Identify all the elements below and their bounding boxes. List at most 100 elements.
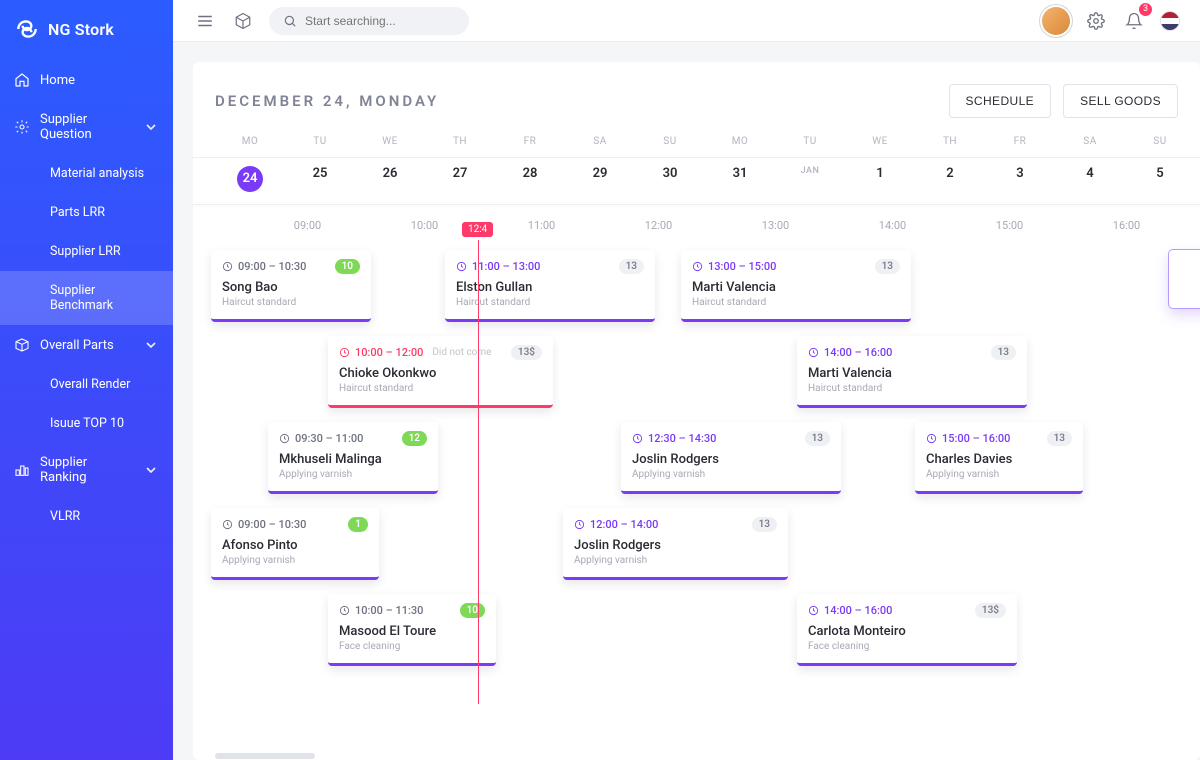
nav-supplier-ranking[interactable]: Supplier Ranking — [0, 443, 173, 497]
date-cell[interactable]: 28 — [495, 166, 565, 192]
locale-flag[interactable] — [1160, 11, 1180, 31]
appointment-time: 10:00 – 11:30 — [355, 604, 423, 617]
time-header: 09:0010:0011:0012:0013:0014:0015:0016:00 — [193, 205, 1200, 240]
appointment-service: Face cleaning — [808, 641, 1006, 652]
dow-label: TU — [285, 136, 355, 157]
date-cell[interactable]: 5 — [1125, 166, 1195, 192]
nav-overall-parts[interactable]: Overall Parts — [0, 325, 173, 365]
date-cell[interactable]: 27 — [425, 166, 495, 192]
appointment-client: Masood El Toure — [339, 624, 485, 639]
schedule-row: 09:00 – 10:301Afonso PintoApplying varni… — [193, 498, 1200, 584]
nav-supplier-benchmark[interactable]: Supplier Benchmark — [0, 271, 173, 325]
empty-slot-selected[interactable] — [1169, 250, 1200, 308]
package-button[interactable] — [231, 9, 255, 33]
appointment-client: Song Bao — [222, 280, 360, 295]
nav-material-analysis[interactable]: Material analysis — [0, 154, 173, 193]
appointment-time: 11:00 – 13:00 — [472, 260, 540, 273]
appointment-badge: 13 — [805, 431, 830, 446]
clock-icon — [926, 433, 937, 444]
nav-supplier-lrr[interactable]: Supplier LRR — [0, 232, 173, 271]
date-cell[interactable]: 1 — [845, 166, 915, 192]
clock-icon — [279, 433, 290, 444]
search-input[interactable] — [305, 14, 455, 28]
time-label: 13:00 — [717, 219, 834, 232]
brand-name: NG Stork — [48, 20, 114, 39]
date-cell[interactable]: 29 — [565, 166, 635, 192]
appointment-card[interactable]: 10:00 – 12:00Did not come13$Chioke Okonk… — [328, 336, 553, 408]
nav-overall-render[interactable]: Overall Render — [0, 365, 173, 404]
sell-goods-button[interactable]: SELL GOODS — [1063, 84, 1178, 118]
brand[interactable]: NG Stork — [0, 0, 173, 60]
date-cell[interactable]: 31 — [705, 166, 775, 192]
appointment-badge: 13$ — [975, 603, 1006, 618]
notifications-button[interactable]: 3 — [1122, 9, 1146, 33]
date-cell[interactable]: 3 — [985, 166, 1055, 192]
appointment-service: Applying varnish — [926, 469, 1072, 480]
appointment-badge: 13 — [1047, 431, 1072, 446]
appointment-service: Applying varnish — [574, 555, 777, 566]
appointment-card[interactable]: 11:00 – 13:0013Elston GullanHaircut stan… — [445, 250, 655, 322]
appointment-badge: 12 — [402, 431, 427, 446]
notif-badge: 3 — [1139, 3, 1152, 16]
appointment-badge: 13 — [752, 517, 777, 532]
appointment-card[interactable]: 13:00 – 15:0013Marti ValenciaHaircut sta… — [681, 250, 911, 322]
appointment-badge: 10 — [335, 259, 360, 274]
date-cell[interactable]: 25 — [285, 166, 355, 192]
appointment-client: Carlota Monteiro — [808, 624, 1006, 639]
dow-label: SU — [635, 136, 705, 157]
appointment-badge: 13 — [991, 345, 1016, 360]
nav-parts-lrr[interactable]: Parts LRR — [0, 193, 173, 232]
date-cell[interactable]: 30 — [635, 166, 705, 192]
appointment-service: Haircut standard — [808, 383, 1016, 394]
chevron-down-icon — [143, 337, 159, 353]
appointment-client: Chioke Okonkwo — [339, 366, 542, 381]
appointment-card[interactable]: 14:00 – 16:0013Marti ValenciaHaircut sta… — [797, 336, 1027, 408]
dow-label: MO — [705, 136, 775, 157]
nav-issue-top10[interactable]: Isuue TOP 10 — [0, 404, 173, 443]
main: 3 DECEMBER 24, MONDAY SCHEDULE SELL GOOD… — [173, 0, 1200, 760]
date-cell[interactable]: 6 — [1195, 166, 1200, 192]
date-cell[interactable]: 24 — [215, 166, 285, 192]
clock-icon — [222, 261, 233, 272]
appointment-card[interactable]: 09:00 – 10:301Afonso PintoApplying varni… — [211, 508, 379, 580]
day-of-week-strip: MOTUWETHFRSASUMOTUWETHFRSASU — [193, 136, 1200, 158]
avatar[interactable] — [1042, 7, 1070, 35]
ranking-icon — [14, 462, 30, 478]
appointment-badge: 13$ — [511, 345, 542, 360]
nav-home[interactable]: Home — [0, 60, 173, 100]
appointment-card[interactable]: 10:00 – 11:3010Masood El ToureFace clean… — [328, 594, 496, 666]
date-cell[interactable]: 26 — [355, 166, 425, 192]
appointment-time: 13:00 – 15:00 — [708, 260, 776, 273]
appointment-time: 12:00 – 14:00 — [590, 518, 658, 531]
date-cell[interactable]: 4 — [1055, 166, 1125, 192]
appointment-card[interactable]: 09:30 – 11:0012Mkhuseli MalingaApplying … — [268, 422, 438, 494]
appointment-client: Marti Valencia — [808, 366, 1016, 381]
appointment-card[interactable]: 12:00 – 14:0013Joslin RodgersApplying va… — [563, 508, 788, 580]
search-box[interactable] — [269, 7, 469, 35]
dow-label: TH — [915, 136, 985, 157]
appointment-time: 09:00 – 10:30 — [238, 260, 306, 273]
date-cell[interactable]: 2 — [915, 166, 985, 192]
dow-label: TU — [775, 136, 845, 157]
nav-supplier-question[interactable]: Supplier Question — [0, 100, 173, 154]
date-cell[interactable]: JAN — [775, 166, 845, 192]
appointment-card[interactable]: 15:00 – 16:0013Charles DaviesApplying va… — [915, 422, 1083, 494]
appointment-badge: 1 — [348, 517, 368, 532]
timeline[interactable]: 09:0010:0011:0012:0013:0014:0015:0016:00… — [193, 205, 1200, 760]
chevron-down-icon — [143, 119, 159, 135]
appointment-card[interactable]: 09:00 – 10:3010Song BaoHaircut standard — [211, 250, 371, 322]
topbar: 3 — [173, 0, 1200, 42]
settings-button[interactable] — [1084, 9, 1108, 33]
appointment-card[interactable]: 12:30 – 14:3013Joslin RodgersApplying va… — [621, 422, 841, 494]
dow-label: WE — [355, 136, 425, 157]
appointment-rows: 12:4 09:00 – 10:3010Song BaoHaircut stan… — [193, 240, 1200, 704]
appointment-client: Mkhuseli Malinga — [279, 452, 427, 467]
schedule-card: DECEMBER 24, MONDAY SCHEDULE SELL GOODS … — [193, 62, 1200, 760]
appointment-card[interactable]: 14:00 – 16:0013$Carlota MonteiroFace cle… — [797, 594, 1017, 666]
nav-vlrr[interactable]: VLRR — [0, 497, 173, 536]
appointment-service: Applying varnish — [632, 469, 830, 480]
horizontal-scrollbar[interactable] — [215, 753, 315, 759]
schedule-button[interactable]: SCHEDULE — [949, 84, 1052, 118]
menu-toggle-button[interactable] — [193, 9, 217, 33]
content: DECEMBER 24, MONDAY SCHEDULE SELL GOODS … — [173, 42, 1200, 760]
